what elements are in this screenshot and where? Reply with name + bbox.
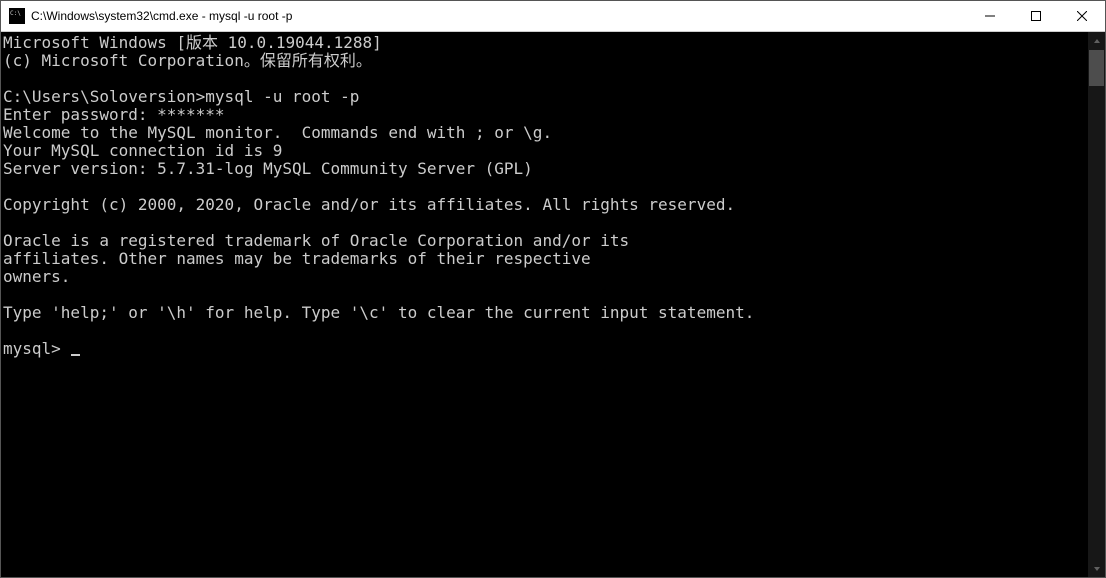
window-controls	[967, 1, 1105, 31]
cmd-icon	[9, 8, 25, 24]
scroll-down-arrow-icon[interactable]	[1088, 560, 1105, 577]
window-title: C:\Windows\system32\cmd.exe - mysql -u r…	[31, 9, 967, 23]
scroll-up-arrow-icon[interactable]	[1088, 32, 1105, 49]
minimize-button[interactable]	[967, 1, 1013, 31]
scroll-thumb[interactable]	[1089, 50, 1104, 86]
window-titlebar[interactable]: C:\Windows\system32\cmd.exe - mysql -u r…	[1, 1, 1105, 32]
input-cursor	[71, 354, 80, 356]
maximize-button[interactable]	[1013, 1, 1059, 31]
vertical-scrollbar[interactable]	[1088, 32, 1105, 577]
terminal-output[interactable]: Microsoft Windows [版本 10.0.19044.1288] (…	[1, 32, 1088, 577]
terminal-area: Microsoft Windows [版本 10.0.19044.1288] (…	[1, 32, 1105, 577]
close-button[interactable]	[1059, 1, 1105, 31]
